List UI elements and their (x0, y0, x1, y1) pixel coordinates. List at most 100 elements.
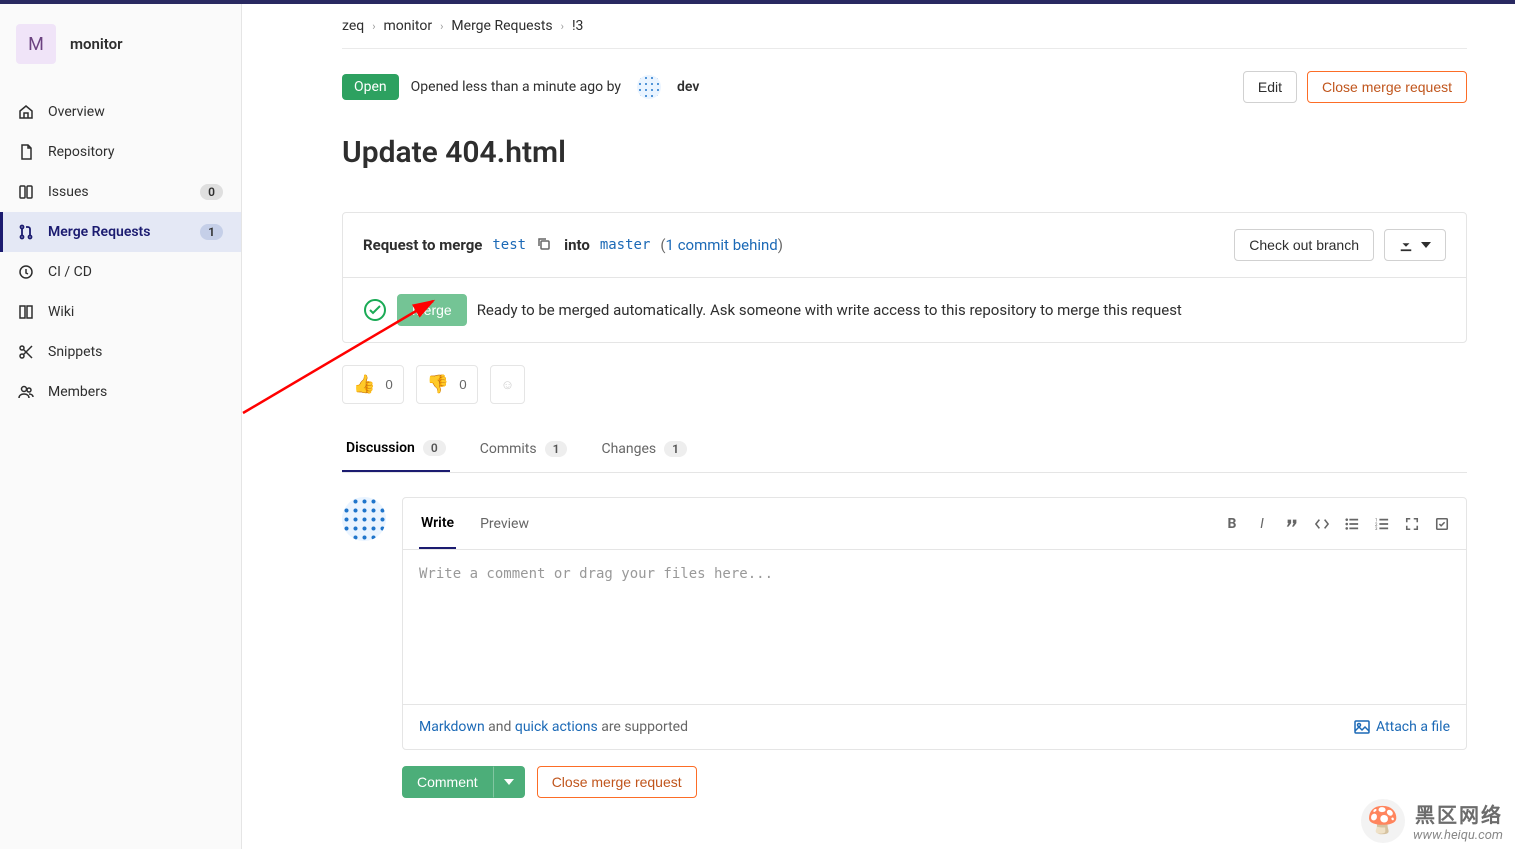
sidebar-item-overview[interactable]: Overview (0, 92, 241, 132)
comment-button-group: Comment (402, 766, 525, 798)
preview-tab[interactable]: Preview (478, 500, 531, 548)
edit-button[interactable]: Edit (1243, 71, 1297, 103)
editor-toolbar: B I 123 (1224, 516, 1450, 532)
sidebar-item-label: Wiki (48, 304, 223, 320)
chevron-right-icon: › (440, 20, 443, 33)
tab-discussion[interactable]: Discussion 0 (342, 426, 450, 472)
comment-textarea[interactable] (403, 550, 1466, 700)
copy-branch-icon[interactable] (536, 236, 554, 254)
watermark-logo-icon: 🍄 (1361, 799, 1405, 843)
breadcrumb-group[interactable]: zeq (342, 18, 364, 34)
code-icon[interactable] (1314, 516, 1330, 532)
tab-changes[interactable]: Changes 1 (597, 426, 691, 472)
target-branch[interactable]: master (600, 237, 651, 253)
tab-label: Discussion (346, 440, 415, 456)
markdown-link[interactable]: Markdown (419, 719, 485, 735)
sidebar-item-wiki[interactable]: Wiki (0, 292, 241, 332)
chevron-right-icon: › (561, 20, 564, 33)
current-user-avatar[interactable] (342, 497, 386, 541)
merge-button[interactable]: Merge (397, 294, 467, 326)
svg-text:3: 3 (1375, 527, 1378, 531)
merge-request-icon (18, 224, 34, 240)
breadcrumb-section[interactable]: Merge Requests (451, 18, 552, 34)
italic-icon[interactable]: I (1254, 516, 1270, 532)
into-label: into (564, 236, 590, 254)
scissors-icon (18, 344, 34, 360)
sidebar-item-label: Merge Requests (48, 224, 186, 240)
download-dropdown[interactable] (1384, 229, 1446, 261)
sidebar-item-merge-requests[interactable]: Merge Requests 1 (0, 212, 241, 252)
behind-text: (1 commit behind) (660, 236, 783, 254)
sidebar-item-snippets[interactable]: Snippets (0, 332, 241, 372)
chevron-down-icon (1421, 242, 1431, 248)
bold-icon[interactable]: B (1224, 516, 1240, 532)
breadcrumb-project[interactable]: monitor (384, 18, 433, 34)
commits-count: 1 (545, 441, 568, 457)
merge-box: Request to merge test into master (1 com… (342, 212, 1467, 343)
mr-header: Open Opened less than a minute ago by de… (342, 49, 1467, 125)
comment-actions: Comment Close merge request (402, 766, 1467, 798)
award-row: 👍 0 👎 0 ☺ (342, 365, 1467, 404)
task-list-icon[interactable] (1434, 516, 1450, 532)
checkout-branch-button[interactable]: Check out branch (1234, 229, 1374, 261)
project-name: monitor (70, 35, 123, 53)
thumbs-up-icon: 👍 (353, 374, 375, 395)
sidebar-item-issues[interactable]: Issues 0 (0, 172, 241, 212)
project-header[interactable]: M monitor (0, 14, 241, 74)
close-mr-button-bottom[interactable]: Close merge request (537, 766, 697, 798)
author-link[interactable]: dev (677, 79, 699, 95)
book-icon (18, 304, 34, 320)
add-reaction-button[interactable]: ☺ (490, 365, 526, 404)
watermark: 🍄 黑区网络 www.heiqu.com (1361, 799, 1503, 843)
author-avatar[interactable] (637, 75, 661, 99)
write-tab[interactable]: Write (419, 499, 456, 549)
opened-text: Opened less than a minute ago by (411, 79, 621, 95)
home-icon (18, 104, 34, 120)
thumbs-up-button[interactable]: 👍 0 (342, 365, 404, 404)
tab-label: Changes (601, 441, 656, 457)
sidebar: M monitor Overview Repository Issues 0 M… (0, 4, 242, 849)
thumbs-down-count: 0 (459, 377, 466, 392)
sidebar-item-label: Issues (48, 184, 186, 200)
commits-behind-link[interactable]: 1 commit behind (666, 236, 778, 254)
thumbs-down-button[interactable]: 👎 0 (416, 365, 478, 404)
merge-ready-text: Ready to be merged automatically. Ask so… (477, 301, 1182, 319)
mr-title: Update 404.html (342, 125, 1467, 212)
mr-tabs: Discussion 0 Commits 1 Changes 1 (342, 426, 1467, 473)
issues-count-badge: 0 (200, 184, 223, 200)
source-branch[interactable]: test (492, 237, 526, 253)
project-avatar: M (16, 24, 56, 64)
comment-button[interactable]: Comment (402, 766, 493, 798)
thumbs-up-count: 0 (385, 377, 392, 392)
bullet-list-icon[interactable] (1344, 516, 1360, 532)
success-check-icon (363, 298, 387, 322)
breadcrumb: zeq › monitor › Merge Requests › !3 (342, 4, 1467, 49)
close-mr-button[interactable]: Close merge request (1307, 71, 1467, 103)
sidebar-item-label: Overview (48, 104, 223, 120)
quote-icon[interactable] (1284, 516, 1300, 532)
sidebar-item-label: Members (48, 384, 223, 400)
watermark-url: www.heiqu.com (1413, 828, 1503, 843)
main-content: zeq › monitor › Merge Requests › !3 Open… (242, 4, 1515, 849)
tab-commits[interactable]: Commits 1 (476, 426, 572, 472)
sidebar-item-repository[interactable]: Repository (0, 132, 241, 172)
sidebar-item-members[interactable]: Members (0, 372, 241, 412)
attach-file-button[interactable]: Attach a file (1354, 719, 1450, 735)
breadcrumb-id: !3 (572, 18, 583, 34)
thumbs-down-icon: 👎 (427, 374, 449, 395)
file-icon (18, 144, 34, 160)
sidebar-item-label: Snippets (48, 344, 223, 360)
rocket-icon (18, 264, 34, 280)
sidebar-item-cicd[interactable]: CI / CD (0, 252, 241, 292)
fullscreen-icon[interactable] (1404, 516, 1420, 532)
comment-area: Write Preview B I 123 (342, 473, 1467, 750)
comment-box: Write Preview B I 123 (402, 497, 1467, 750)
numbered-list-icon[interactable]: 123 (1374, 516, 1390, 532)
quick-actions-link[interactable]: quick actions (515, 719, 598, 735)
discussion-count: 0 (423, 440, 446, 456)
mr-count-badge: 1 (200, 224, 223, 240)
request-to-merge-label: Request to merge (363, 236, 482, 254)
image-icon (1354, 719, 1370, 735)
comment-dropdown-toggle[interactable] (493, 766, 525, 798)
chevron-right-icon: › (372, 20, 375, 33)
